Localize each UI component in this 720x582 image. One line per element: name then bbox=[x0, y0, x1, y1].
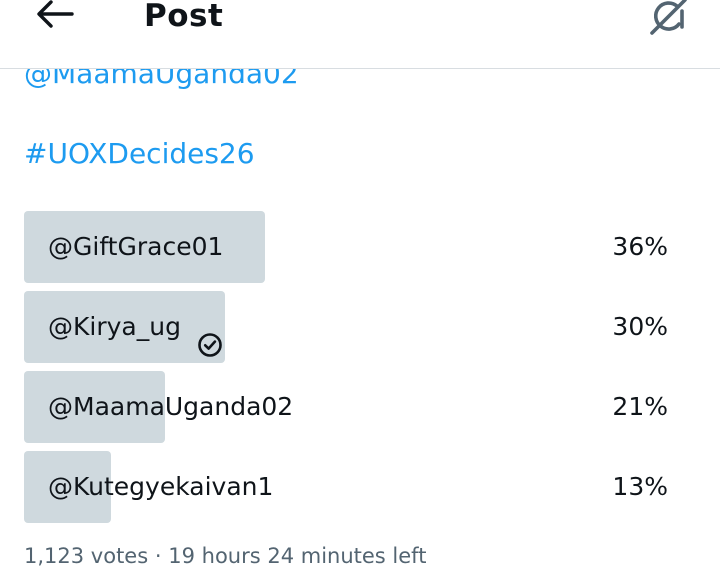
poll-meta: 1,123 votes · 19 hours 24 minutes left bbox=[24, 538, 426, 574]
poll-option-label: @GiftGrace01 bbox=[48, 232, 224, 261]
post-content: @MaamaUganda02 #UOXDecides26 @GiftGrace0… bbox=[0, 0, 720, 582]
hashtag-link[interactable]: #UOXDecides26 bbox=[24, 134, 255, 174]
poll-option[interactable]: @Kirya_ug 30% bbox=[24, 291, 670, 363]
poll-option[interactable]: @GiftGrace01 36% bbox=[24, 211, 670, 283]
poll-option-percent: 30% bbox=[612, 312, 668, 341]
arrow-left-icon bbox=[34, 0, 78, 32]
poll-option-label: @Kutegyekaivan1 bbox=[48, 472, 274, 501]
poll-option[interactable]: @MaamaUganda02 21% bbox=[24, 371, 670, 443]
poll-option-label: @Kirya_ug bbox=[48, 312, 181, 341]
grok-button[interactable] bbox=[646, 0, 692, 38]
poll-vote-count: 1,123 votes bbox=[24, 544, 149, 568]
poll-time-left: 19 hours 24 minutes left bbox=[168, 544, 427, 568]
page-title: Post bbox=[144, 0, 224, 34]
poll-option-percent: 13% bbox=[612, 472, 668, 501]
poll-option-percent: 21% bbox=[612, 392, 668, 421]
check-circle-icon bbox=[197, 314, 223, 357]
top-bar: Post bbox=[0, 0, 720, 69]
poll-option[interactable]: @Kutegyekaivan1 13% bbox=[24, 451, 670, 523]
poll-option-label: @MaamaUganda02 bbox=[48, 392, 294, 421]
poll-meta-separator: · bbox=[154, 544, 162, 568]
grok-icon bbox=[646, 0, 692, 42]
poll-option-percent: 36% bbox=[612, 232, 668, 261]
poll: @GiftGrace01 36% @Kirya_ug 30% @MaamaUga… bbox=[24, 211, 670, 531]
back-button[interactable] bbox=[34, 0, 78, 32]
